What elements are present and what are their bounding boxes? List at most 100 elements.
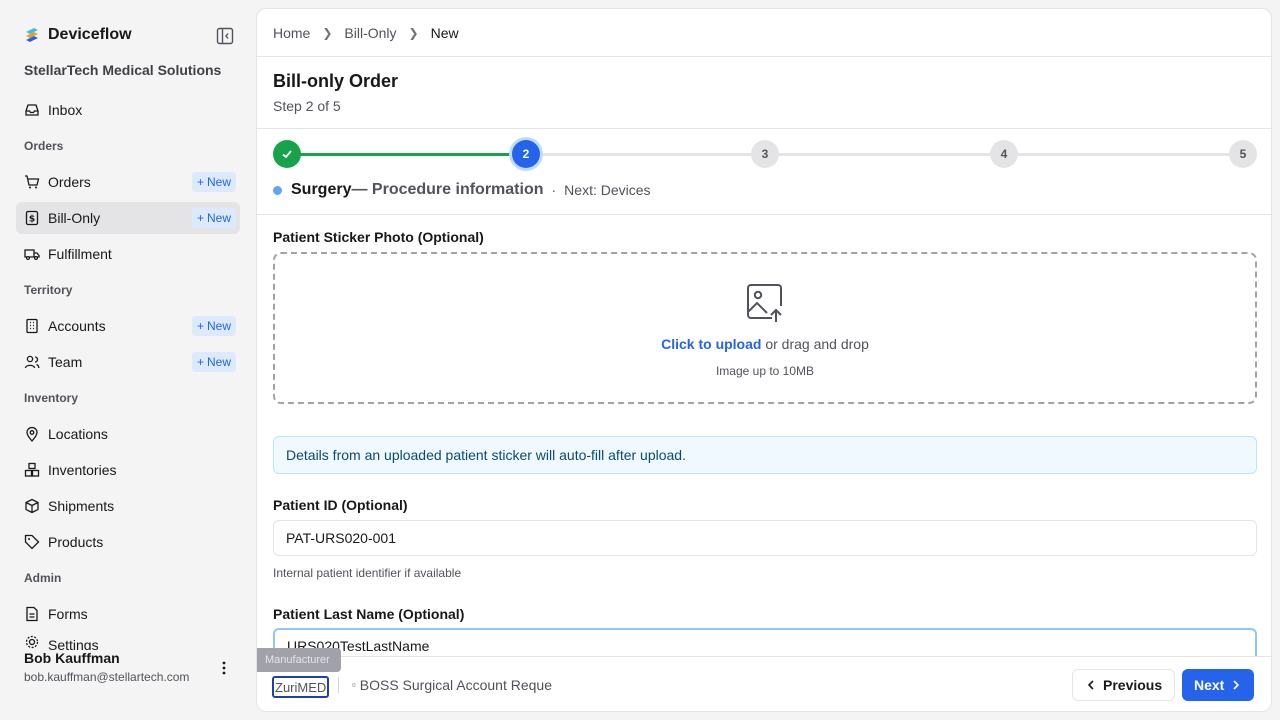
user-profile[interactable]: Bob Kauffman bob.kauffman@stellartech.co…: [24, 650, 189, 684]
divider: [338, 677, 339, 693]
breadcrumb-bill-only[interactable]: Bill-Only: [344, 25, 396, 41]
sidebar-item-settings[interactable]: Settings: [16, 634, 240, 650]
section-orders: Orders: [24, 139, 64, 153]
sidebar-item-inbox[interactable]: Inbox: [16, 94, 240, 126]
click-to-upload-link[interactable]: Click to upload: [661, 336, 761, 352]
sidebar-item-label: Inventories: [48, 462, 117, 478]
manufacturer-value: ZuriMED: [275, 679, 327, 695]
next-label: Next: [1194, 677, 1225, 693]
new-label: New: [206, 175, 231, 189]
step-3[interactable]: 3: [751, 140, 779, 168]
truck-icon: [24, 249, 40, 261]
step-4[interactable]: 4: [990, 140, 1018, 168]
package-icon: [25, 498, 39, 514]
step-5[interactable]: 5: [1229, 140, 1257, 168]
section-territory: Territory: [24, 283, 73, 297]
image-upload-icon: [747, 284, 782, 322]
stepper-progress: [287, 153, 526, 156]
upload-hint: Image up to 10MB: [715, 364, 815, 378]
sidebar-collapse-icon[interactable]: [216, 27, 234, 45]
previous-label: Previous: [1103, 677, 1163, 693]
sidebar-item-products[interactable]: Products: [16, 526, 240, 558]
plus-icon: +: [196, 175, 204, 189]
chevron-right-icon: ❯: [408, 26, 419, 40]
sidebar-item-fulfillment[interactable]: Fulfillment: [16, 238, 240, 270]
sidebar-item-shipments[interactable]: Shipments: [16, 490, 240, 522]
section-inventory: Inventory: [24, 391, 79, 405]
step-separator: ·: [551, 182, 557, 198]
sticker-label: Patient Sticker Photo (Optional): [273, 229, 484, 245]
step-name: Surgery: [291, 181, 352, 198]
patient-id-label: Patient ID (Optional): [273, 497, 408, 513]
manufacturer-tooltip: Manufacturer: [257, 648, 341, 672]
inbox-icon: [25, 104, 39, 116]
gear-icon: [25, 635, 39, 649]
step-1[interactable]: [273, 140, 301, 168]
sidebar-item-label: Inbox: [48, 102, 83, 118]
sidebar-item-label: Locations: [48, 426, 108, 442]
deviceflow-logo-icon: [26, 28, 38, 42]
users-icon: [24, 355, 40, 369]
previous-button[interactable]: Previous: [1072, 669, 1176, 701]
chevron-left-icon: [1087, 680, 1094, 690]
check-icon: [282, 150, 292, 159]
section-admin: Admin: [24, 571, 62, 585]
file-text-icon: [26, 606, 38, 622]
receipt-dollar-icon: $: [25, 210, 39, 226]
current-step-label: Surgery — Procedure information · Next: …: [273, 181, 651, 199]
brand[interactable]: Deviceflow: [24, 26, 132, 44]
last-name-label: Patient Last Name (Optional): [273, 606, 465, 622]
autofill-info-banner: Details from an uploaded patient sticker…: [273, 436, 1257, 474]
sidebar-item-forms[interactable]: Forms: [16, 598, 240, 630]
sidebar-item-label: Forms: [48, 606, 88, 622]
page-step: Step 2 of 5: [273, 98, 341, 114]
new-team-button[interactable]: + New: [191, 352, 236, 372]
stepper: 2 3 4 5: [273, 140, 1257, 168]
account-request[interactable]: BOSS Surgical Account Reque: [352, 677, 552, 693]
sidebar-item-accounts[interactable]: Accounts + New: [16, 310, 240, 342]
tag-icon: [24, 534, 40, 550]
sidebar-item-locations[interactable]: Locations: [16, 418, 240, 450]
new-bill-only-button[interactable]: + New: [191, 208, 236, 228]
more-vertical-icon[interactable]: [218, 660, 230, 676]
user-name: Bob Kauffman: [24, 650, 120, 666]
patient-id-help: Internal patient identifier if available: [273, 566, 462, 580]
upload-text-rest: or drag and drop: [765, 336, 869, 352]
building-icon: [26, 318, 38, 334]
breadcrumb-home[interactable]: Home: [273, 25, 310, 41]
sidebar-item-label: Shipments: [48, 498, 115, 514]
divider: [257, 56, 1271, 57]
map-pin-icon: [26, 426, 38, 442]
sidebar-item-bill-only[interactable]: $ Bill-Only + New: [16, 202, 240, 234]
sidebar: Deviceflow StellarTech Medical Solutions…: [0, 0, 256, 720]
step-indicator-dot: [273, 185, 282, 195]
page-title: Bill-only Order: [273, 71, 399, 91]
app-name: Deviceflow: [48, 26, 132, 43]
svg-text:$: $: [29, 215, 35, 225]
new-order-button[interactable]: + New: [191, 172, 236, 192]
chevron-right-icon: ❯: [322, 26, 333, 40]
sidebar-item-team[interactable]: Team + New: [16, 346, 240, 378]
sidebar-item-label: Settings: [48, 637, 99, 650]
sticker-dropzone[interactable]: Click to upload or drag and drop Image u…: [273, 252, 1257, 404]
account-request-label: BOSS Surgical Account Reque: [359, 677, 552, 693]
plus-icon: +: [196, 211, 204, 225]
new-label: New: [206, 319, 231, 333]
new-account-button[interactable]: + New: [191, 316, 236, 336]
plus-icon: +: [196, 355, 204, 369]
new-label: New: [206, 211, 231, 225]
sidebar-item-inventories[interactable]: Inventories: [16, 454, 240, 486]
sidebar-item-orders[interactable]: Orders + New: [16, 166, 240, 198]
sidebar-item-label: Products: [48, 534, 104, 550]
step-2[interactable]: 2: [512, 140, 540, 168]
org-name: StellarTech Medical Solutions: [24, 62, 222, 78]
plus-icon: +: [196, 319, 204, 333]
sidebar-item-label: Orders: [48, 174, 91, 190]
breadcrumb: Home ❯ Bill-Only ❯ New: [273, 25, 459, 41]
sidebar-item-label: Bill-Only: [48, 210, 101, 226]
boxes-icon: [24, 462, 40, 477]
step-description: — Procedure information: [351, 181, 544, 198]
next-button[interactable]: Next: [1182, 669, 1255, 701]
manufacturer-chip[interactable]: ZuriMED: [272, 676, 330, 698]
patient-id-input[interactable]: PAT-URS020-001: [273, 520, 1257, 556]
